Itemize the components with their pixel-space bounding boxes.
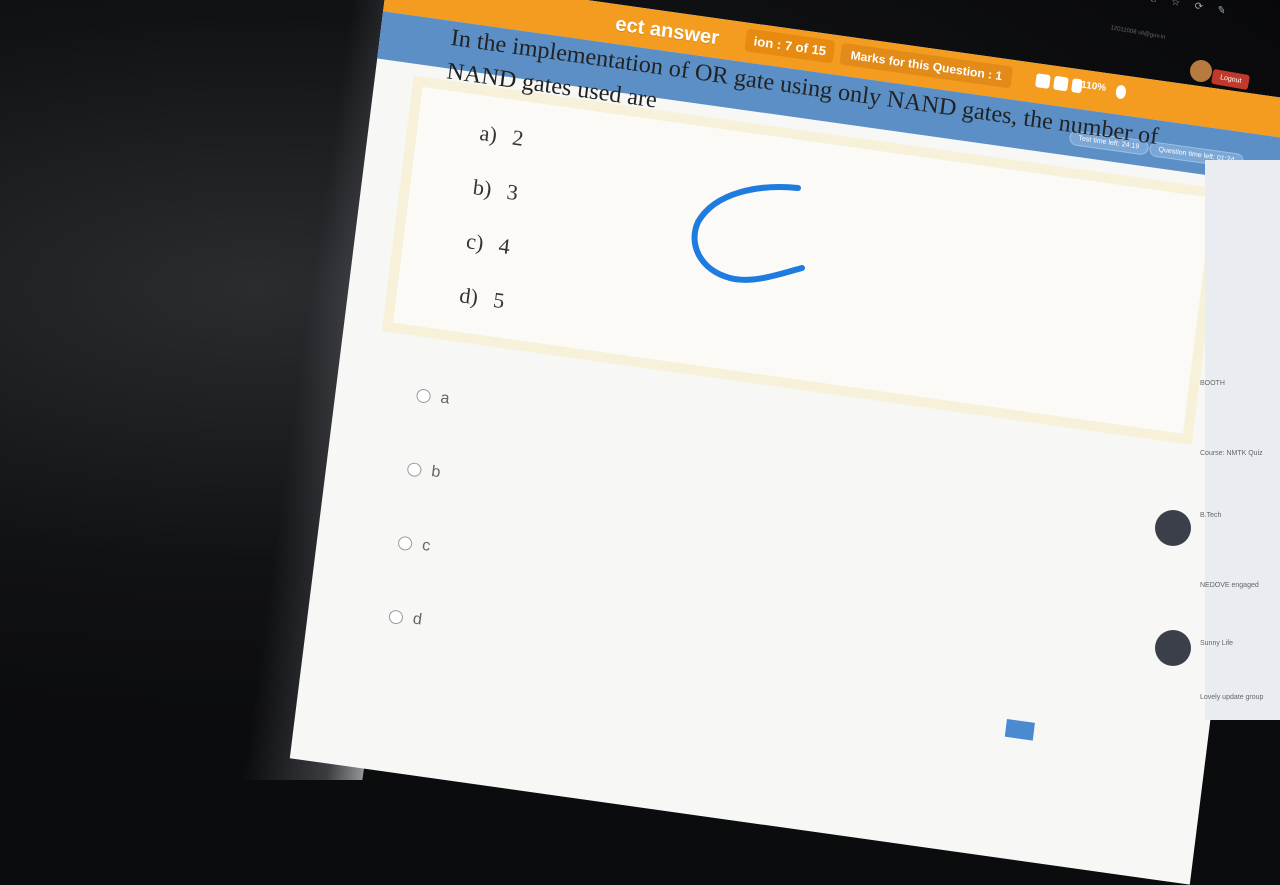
option-label: d) (458, 282, 480, 310)
handwritten-c-mark (691, 184, 805, 283)
avatar (1155, 630, 1191, 666)
zoom-level: 110% (1080, 79, 1107, 94)
right-sidebar: BOOTH Course: NMTK Quiz B.Tech NEDOVE en… (1155, 160, 1280, 720)
sidebar-item-label: Sunny Life (1200, 640, 1234, 647)
sidebar-item[interactable]: NEDOVE engaged (1200, 570, 1280, 630)
radio-button[interactable] (406, 461, 423, 478)
section-title: ect answer (614, 12, 721, 49)
sidebar-item-label: B.Tech (1200, 512, 1222, 519)
sidebar-item-label: Course: NMTK Quiz (1200, 450, 1263, 457)
radio-button[interactable] (415, 388, 432, 404)
answer-choice-d[interactable]: d (388, 607, 423, 629)
sidebar-item-label: NEDOVE engaged (1200, 582, 1259, 589)
answer-choice-b[interactable]: b (406, 460, 441, 482)
sidebar-item[interactable]: Course: NMTK Quiz (1200, 430, 1280, 490)
sidebar-item-label: BOOTH (1200, 380, 1225, 387)
radio-button[interactable] (388, 609, 404, 625)
answer-choice-c[interactable]: c (397, 534, 431, 556)
calculator-icon[interactable] (1035, 73, 1051, 89)
avatar (1190, 60, 1212, 82)
sidebar-item[interactable]: BOOTH (1200, 360, 1280, 420)
option-label: c) (464, 228, 486, 256)
sidebar-item[interactable]: B.Tech (1155, 500, 1280, 560)
sidebar-item-label: Lovely update group (1200, 694, 1264, 701)
option-label: b) (471, 174, 493, 202)
question-counter: ion : 7 of 15 (744, 28, 836, 64)
answer-choice-a[interactable]: a (415, 386, 451, 408)
radio-button[interactable] (397, 535, 413, 552)
answer-label: a (439, 389, 451, 408)
exam-screen: ect answer ion : 7 of 15 Marks for this … (289, 0, 1280, 885)
zoom-in-icon[interactable] (1115, 84, 1127, 100)
avatar (1155, 510, 1191, 546)
next-button[interactable] (1004, 718, 1035, 741)
answer-label: b (430, 463, 442, 482)
answer-label: d (411, 610, 423, 629)
answer-label: c (421, 536, 432, 555)
settings-icon[interactable] (1053, 75, 1069, 92)
option-label: a) (478, 120, 499, 148)
sidebar-item[interactable]: Lovely update group (1200, 680, 1280, 740)
